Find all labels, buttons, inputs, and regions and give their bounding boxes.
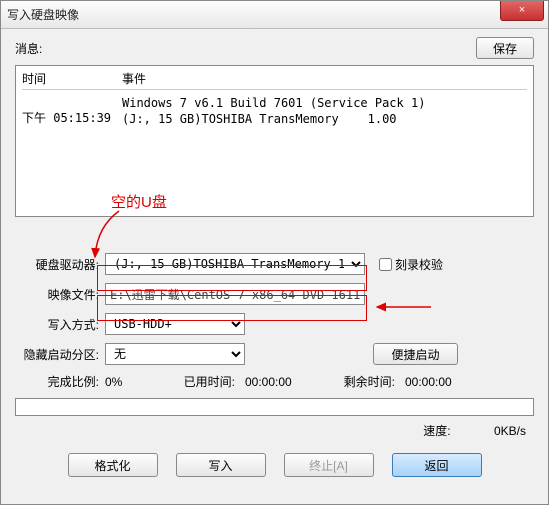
write-mode-select[interactable]: USB-HDD+ bbox=[105, 313, 245, 335]
col-time: 时间 bbox=[22, 70, 122, 87]
return-button[interactable]: 返回 bbox=[392, 453, 482, 477]
progress-ratio-value: 0% bbox=[105, 375, 165, 389]
arrow-icon bbox=[77, 207, 127, 267]
progress-ratio-label: 完成比例: bbox=[15, 373, 105, 390]
elapsed-label: 已用时间: bbox=[165, 373, 235, 390]
save-button[interactable]: 保存 bbox=[476, 37, 534, 59]
format-button[interactable]: 格式化 bbox=[68, 453, 158, 477]
hidden-label: 隐藏启动分区: bbox=[15, 346, 105, 363]
window-title: 写入硬盘映像 bbox=[7, 6, 79, 23]
write-button[interactable]: 写入 bbox=[176, 453, 266, 477]
image-file-input[interactable] bbox=[105, 283, 365, 305]
progress-bar bbox=[15, 398, 534, 416]
log-event: Windows 7 v6.1 Build 7601 (Service Pack … bbox=[122, 95, 527, 127]
drive-select[interactable]: (J:, 15 GB)TOSHIBA TransMemory 1.00 bbox=[105, 253, 365, 275]
elapsed-value: 00:00:00 bbox=[235, 375, 315, 389]
arrow-icon bbox=[371, 297, 441, 317]
close-icon: × bbox=[519, 4, 525, 16]
messages-label: 消息: bbox=[15, 40, 476, 57]
dialog-window: 写入硬盘映像 × 消息: 保存 时间 事件 下午 05:15:39 Window… bbox=[0, 0, 549, 505]
abort-button: 终止[A] bbox=[284, 453, 374, 477]
speed-label: 速度: bbox=[423, 424, 450, 438]
log-row: 下午 05:15:39 Windows 7 v6.1 Build 7601 (S… bbox=[22, 94, 527, 128]
log-listbox[interactable]: 时间 事件 下午 05:15:39 Windows 7 v6.1 Build 7… bbox=[15, 65, 534, 217]
write-mode-label: 写入方式: bbox=[15, 316, 105, 333]
close-button[interactable]: × bbox=[500, 1, 544, 21]
remain-value: 00:00:00 bbox=[395, 375, 452, 389]
titlebar: 写入硬盘映像 × bbox=[1, 1, 548, 29]
convenient-boot-button[interactable]: 便捷启动 bbox=[373, 343, 458, 365]
verify-checkbox-input[interactable] bbox=[379, 258, 392, 271]
verify-checkbox[interactable]: 刻录校验 bbox=[379, 256, 443, 273]
col-event: 事件 bbox=[122, 70, 527, 87]
file-label: 映像文件: bbox=[15, 286, 105, 303]
verify-label: 刻录校验 bbox=[395, 256, 443, 273]
speed-value: 0KB/s bbox=[494, 424, 526, 438]
hidden-partition-select[interactable]: 无 bbox=[105, 343, 245, 365]
content-area: 消息: 保存 时间 事件 下午 05:15:39 Windows 7 v6.1 … bbox=[1, 29, 548, 485]
log-time: 下午 05:15:39 bbox=[22, 95, 122, 127]
log-header: 时间 事件 bbox=[22, 70, 527, 90]
form-area: 硬盘驱动器: (J:, 15 GB)TOSHIBA TransMemory 1.… bbox=[15, 253, 534, 477]
remain-label: 剩余时间: bbox=[315, 373, 395, 390]
